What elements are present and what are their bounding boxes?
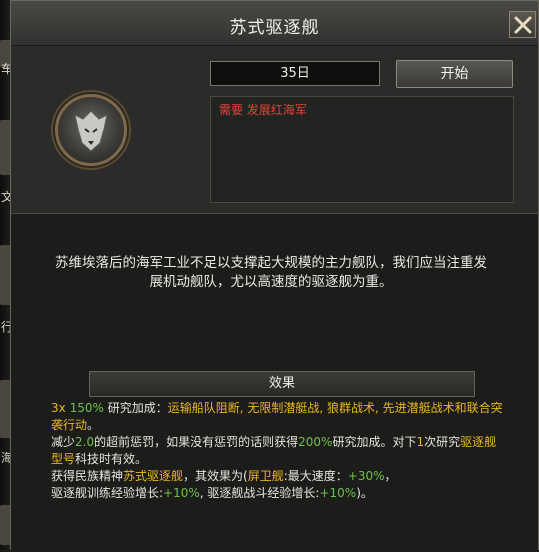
research-days-field: 35日 [210, 61, 380, 86]
effect-line-research-bonus: 3x 150% 研究加成：运输船队阻断, 无限制潜艇战, 狼群战术, 先进潜艇战… [51, 401, 503, 432]
close-button[interactable] [509, 11, 536, 38]
effect-line-experience: 驱逐舰训练经验增长:+10%, 驱逐舰战斗经验增长:+10%)。 [51, 486, 373, 500]
effects-list: 3x 150% 研究加成：运输船队阻断, 无限制潜艇战, 狼群战术, 先进潜艇战… [51, 400, 506, 502]
focus-description: 苏维埃落后的海军工业不足以支撑起大规模的主力舰队，我们应当注重发展机动舰队，尤以… [55, 255, 487, 290]
focus-dialog: 苏式驱逐舰 35日 开始 需要 发展红海军 苏维埃落后的海军工业不足以支撑起大规… [10, 0, 539, 552]
requirement-box: 需要 发展红海军 [210, 96, 514, 203]
close-icon [514, 16, 531, 33]
wolf-emblem-icon [55, 94, 127, 166]
title-bar: 苏式驱逐舰 [11, 1, 538, 46]
effect-line-ahead-penalty: 减少2.0的超前惩罚，如果没有惩罚的话则获得200%研究加成。对下1次研究驱逐舰… [51, 435, 497, 466]
effects-header: 效果 [89, 371, 475, 397]
description-panel: 苏维埃落后的海军工业不足以支撑起大规模的主力舰队，我们应当注重发展机动舰队，尤以… [11, 213, 538, 552]
start-button[interactable]: 开始 [396, 60, 513, 88]
dialog-title: 苏式驱逐舰 [229, 18, 320, 38]
requirement-text: 需要 发展红海军 [219, 103, 307, 117]
effect-line-national-spirit: 获得民族精神苏式驱逐舰，其效果为(屏卫舰:最大速度：+30%， [51, 469, 397, 483]
